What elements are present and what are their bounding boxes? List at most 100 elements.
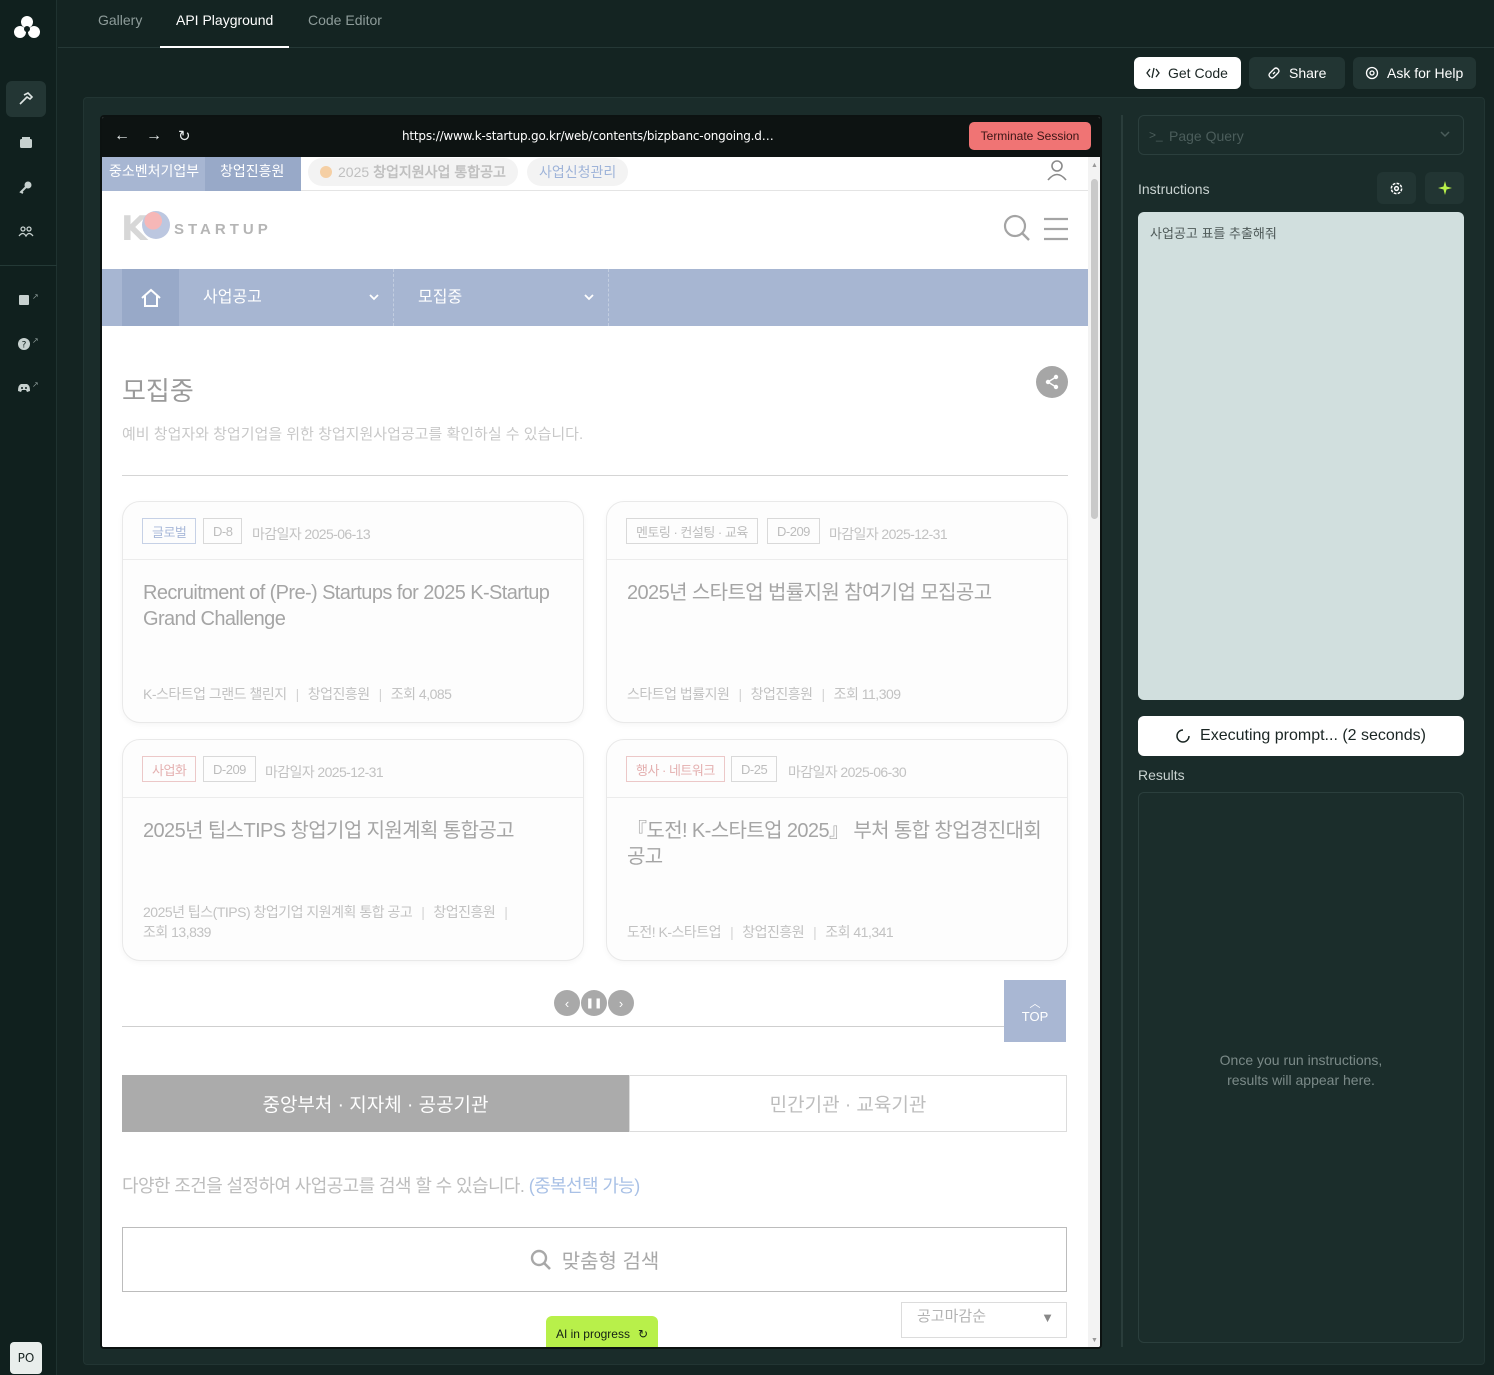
settings-button[interactable] <box>1377 172 1416 204</box>
top-tabs: Gallery API Playground Code Editor <box>58 0 1494 48</box>
slider-pause-icon[interactable]: ❚❚ <box>581 990 607 1016</box>
share-button[interactable] <box>1036 366 1068 398</box>
terminate-session-button[interactable]: Terminate Session <box>969 122 1091 150</box>
external-link-icon: ↗ <box>32 380 39 389</box>
chevron-down-icon[interactable] <box>368 291 380 303</box>
results-empty-state: Once you run instructions, results will … <box>1219 1052 1383 1088</box>
panel-divider[interactable] <box>1121 115 1123 1347</box>
instructions-textarea[interactable]: 사업공고 표를 추출해줘 <box>1138 212 1464 700</box>
scroll-thumb[interactable] <box>1091 179 1098 519</box>
share-button[interactable]: Share <box>1249 57 1345 89</box>
chevron-down-icon[interactable] <box>583 291 595 303</box>
org-link-mss[interactable]: 중소벤처기업부 <box>109 161 199 181</box>
box-icon[interactable] <box>6 125 46 161</box>
docs-icon[interactable]: ↗ <box>4 282 44 318</box>
page-query-placeholder: Page Query <box>1169 128 1244 144</box>
view-count: 조회 13,839 <box>143 924 211 940</box>
code-icon <box>1146 67 1160 79</box>
notice-title[interactable]: 『도전! K-스타트업 2025』 부처 통합 창업경진대회 공고 <box>627 818 1047 870</box>
tab-code-editor[interactable]: Code Editor <box>308 0 382 48</box>
slider-prev-icon[interactable]: ‹ <box>554 990 580 1016</box>
reload-icon[interactable]: ↻ <box>178 127 191 145</box>
notice-card[interactable]: 글로벌 D-8 마감일자 2025-06-13 Recruitment of (… <box>122 501 584 723</box>
page-description: 예비 창업자와 창업기업을 위한 창업지원사업공고를 확인하실 수 있습니다. <box>122 426 584 443</box>
browser-window: ← → ↻ https://www.k-startup.go.kr/web/co… <box>100 115 1102 1349</box>
user-avatar[interactable]: PO <box>10 1342 42 1374</box>
ask-for-help-button[interactable]: Ask for Help <box>1353 57 1476 89</box>
discord-icon[interactable]: ↗ <box>4 370 44 406</box>
search-condition-text: 다양한 조건을 설정하여 사업공고를 검색 할 수 있습니다. (중복선택 가능… <box>122 1176 640 1196</box>
home-icon <box>140 288 161 307</box>
app-logo-icon[interactable] <box>13 14 41 40</box>
deadline: 마감일자 2025-06-30 <box>788 764 907 780</box>
instructions-label: Instructions <box>1138 181 1210 197</box>
view-count: 조회 11,309 <box>833 686 901 702</box>
gnb-menu-recruiting[interactable]: 모집중 <box>418 269 462 326</box>
tab-api-playground[interactable]: API Playground <box>160 0 290 48</box>
link-icon <box>1268 67 1280 79</box>
notice-title[interactable]: 2025년 팁스TIPS 창업기업 지원계획 통합공고 <box>143 818 563 844</box>
notice-meta: 2025년 팁스(TIPS) 창업기업 지원계획 통합 공고 | 창업진흥원 | 조회 … <box>143 904 508 940</box>
notice-label: 창업지원사업 통합공고 <box>373 164 506 180</box>
program-name: 도전! K-스타트업 <box>627 924 722 940</box>
notice-year: 2025 <box>338 164 370 180</box>
browser-toolbar: ← → ↻ https://www.k-startup.go.kr/web/co… <box>102 117 1100 157</box>
left-rail: ↗ ? ↗ ↗ PO <box>0 0 57 1375</box>
notice-meta: 도전! K-스타트업 | 창업진흥원 | 조회 41,341 <box>627 924 894 940</box>
notice-title[interactable]: 2025년 스타트업 법률지원 참여기업 모집공고 <box>627 580 1047 606</box>
gear-icon <box>1390 182 1403 194</box>
notice-title[interactable]: Recruitment of (Pre-) Startups for 2025 … <box>143 580 563 632</box>
url-bar[interactable]: https://www.k-startup.go.kr/web/contents… <box>402 129 774 143</box>
forward-arrow-icon[interactable]: → <box>146 127 162 145</box>
dday-tag: D-25 <box>731 756 778 782</box>
scroll-top-button[interactable]: ︿ TOP <box>1004 980 1066 1042</box>
hammer-icon[interactable] <box>6 81 46 117</box>
tab-gallery[interactable]: Gallery <box>98 0 142 48</box>
integrated-notice-pill[interactable]: 2025 창업지원사업 통합공고 <box>308 158 518 186</box>
organization: 창업진흥원 <box>742 924 805 940</box>
external-link-icon: ↗ <box>32 336 39 345</box>
category-tag: 사업화 <box>142 756 197 782</box>
key-icon[interactable] <box>6 169 46 205</box>
team-icon[interactable] <box>6 213 46 249</box>
home-button[interactable] <box>122 269 179 326</box>
get-code-label: Get Code <box>1168 65 1228 81</box>
back-arrow-icon[interactable]: ← <box>114 127 130 145</box>
custom-search-button[interactable]: 맞춤형 검색 <box>122 1227 1067 1292</box>
page-query-select[interactable]: >_ Page Query <box>1138 115 1464 155</box>
magic-generate-button[interactable] <box>1425 172 1464 204</box>
sort-select[interactable]: 공고마감순 ▼ <box>901 1302 1067 1338</box>
share-icon <box>1045 374 1059 390</box>
get-code-button[interactable]: Get Code <box>1134 57 1241 89</box>
site-scrollbar[interactable]: ▲ ▼ <box>1088 157 1100 1347</box>
help-circle-icon[interactable]: ? ↗ <box>4 326 44 362</box>
spinner-icon: ↻ <box>637 1326 649 1341</box>
deadline: 마감일자 2025-06-13 <box>252 526 371 542</box>
help-icon <box>1365 66 1379 80</box>
notice-meta: 스타트업 법률지원 | 창업진흥원 | 조회 11,309 <box>627 686 901 702</box>
notice-card[interactable]: 멘토링 · 컨설팅 · 교육 D-209 마감일자 2025-12-31 202… <box>606 501 1068 723</box>
svg-text:?: ? <box>22 341 27 351</box>
executing-status-button[interactable]: Executing prompt... (2 seconds) <box>1138 716 1464 756</box>
brand-wordmark[interactable]: STARTUP <box>174 221 272 238</box>
hamburger-menu-icon[interactable] <box>1042 215 1070 243</box>
view-count: 조회 4,085 <box>390 686 452 702</box>
chevron-up-icon: ︿ <box>1029 997 1041 1010</box>
search-icon[interactable] <box>1002 213 1032 243</box>
site-header: K STARTUP <box>102 191 1088 269</box>
executing-label: Executing prompt... (2 seconds) <box>1200 727 1426 744</box>
dday-tag: D-209 <box>767 518 820 544</box>
tab-public-agencies[interactable]: 중앙부처 · 지자체 · 공공기관 <box>122 1075 629 1132</box>
slider-next-icon[interactable]: › <box>608 990 634 1016</box>
notice-card[interactable]: 사업화 D-209 마감일자 2025-12-31 2025년 팁스TIPS 창… <box>122 739 584 961</box>
application-manage-pill[interactable]: 사업신청관리 <box>527 158 629 186</box>
tab-private-agencies[interactable]: 민간기관 · 교육기관 <box>629 1075 1067 1132</box>
org-link-kised[interactable]: 창업진흥원 <box>205 157 301 191</box>
scroll-down-icon[interactable]: ▼ <box>1091 1337 1098 1344</box>
user-icon[interactable] <box>1046 159 1068 181</box>
notice-card[interactable]: 행사 · 네트워크 D-25 마감일자 2025-06-30 『도전! K-스타… <box>606 739 1068 961</box>
caret-down-icon: ▼ <box>1041 1310 1054 1325</box>
gnb-menu-notices[interactable]: 사업공고 <box>203 269 262 326</box>
scroll-up-icon[interactable]: ▲ <box>1091 162 1098 169</box>
category-tag: 행사 · 네트워크 <box>626 756 725 782</box>
